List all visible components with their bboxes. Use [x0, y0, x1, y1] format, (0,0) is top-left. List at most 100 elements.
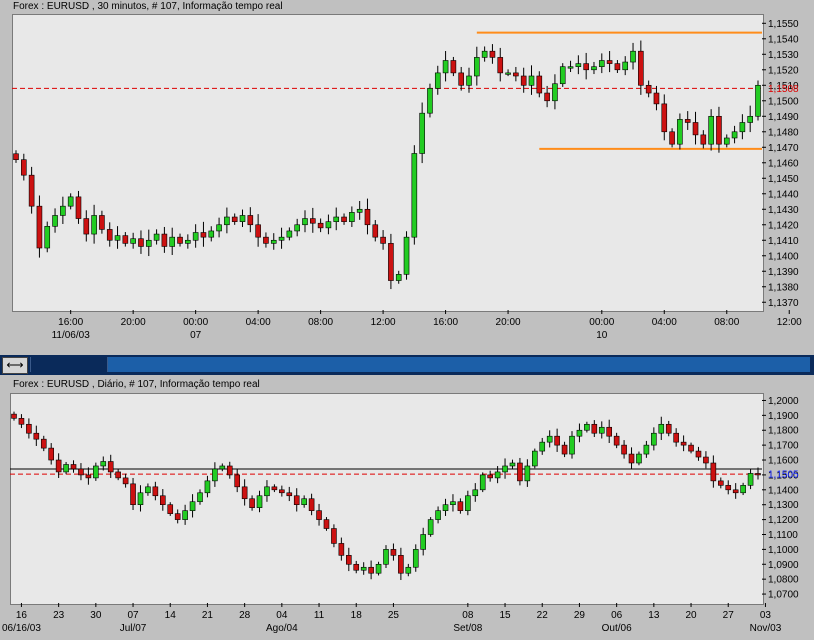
x-tick-label: 04 [276, 610, 288, 621]
bearish-candle [388, 243, 394, 281]
bullish-candle [569, 435, 575, 455]
bullish-candle [481, 50, 488, 58]
bearish-candle [606, 426, 613, 437]
bearish-candle [13, 153, 19, 160]
bearish-candle [78, 468, 84, 476]
bearish-candle [645, 84, 652, 94]
bearish-candle [716, 115, 722, 145]
y-tick-label: 1,0700 [768, 590, 799, 601]
bearish-candle [55, 459, 62, 473]
bearish-candle [536, 75, 543, 94]
x-tick-label: 20:00 [121, 317, 146, 328]
bullish-candle [93, 465, 99, 479]
bearish-candle [331, 528, 337, 544]
current-price-label: 1,1508 [768, 84, 799, 95]
x-tick-label: 00:00 [183, 317, 208, 328]
y-tick-label: 1,0900 [768, 560, 799, 571]
x-tick-sublabel: Nov/03 [750, 623, 782, 634]
y-tick-label: 1,1540 [768, 34, 799, 45]
x-tick-label: 27 [723, 610, 735, 621]
x-tick-label: 13 [648, 610, 660, 621]
bearish-candle [703, 456, 709, 464]
bullish-candle [137, 492, 144, 506]
bullish-candle [169, 236, 176, 247]
x-tick-label: 08:00 [714, 317, 739, 328]
bearish-candle [338, 543, 345, 556]
bullish-candle [403, 236, 410, 275]
bullish-candle [552, 83, 558, 102]
x-tick-sublabel: 06/16/03 [2, 623, 41, 634]
bullish-candle [755, 84, 761, 117]
scroll-track[interactable] [108, 357, 810, 372]
chart-scrollbar[interactable]: ⟷ [0, 355, 814, 375]
x-tick-label: 21 [202, 610, 214, 621]
y-tick-label: 1,1400 [768, 485, 799, 496]
bearish-candle [725, 485, 732, 491]
bearish-candle [717, 480, 724, 486]
bullish-candle [651, 432, 657, 446]
y-tick-label: 1,1100 [768, 530, 798, 541]
bullish-candle [356, 208, 363, 213]
bearish-candle [710, 462, 717, 482]
bearish-candle [323, 519, 330, 529]
bearish-candle [161, 233, 168, 247]
bullish-candle [219, 465, 226, 470]
bullish-candle [465, 495, 471, 511]
bearish-candle [487, 474, 493, 479]
bearish-candle [665, 423, 672, 434]
y-tick-label: 1,1000 [768, 545, 799, 556]
x-tick-sublabel: 11/06/03 [52, 330, 91, 341]
x-tick-sublabel: Ago/04 [266, 623, 298, 634]
bearish-candle [271, 486, 278, 491]
bearish-candle [40, 438, 47, 449]
x-tick-label: 08 [462, 610, 474, 621]
bullish-candle [502, 465, 508, 473]
x-tick-label: 11 [314, 610, 325, 621]
bullish-candle [427, 519, 434, 535]
x-tick-sublabel: Out/06 [602, 623, 632, 634]
x-tick-label: 04:00 [246, 317, 271, 328]
x-tick-label: 12:00 [371, 317, 396, 328]
bearish-candle [11, 413, 17, 419]
y-tick-label: 1,1440 [768, 189, 799, 200]
splitter-handle-icon[interactable]: ⟷ [2, 357, 28, 374]
daily-chart-panel: Forex : EURUSD , Diário, # 107, Informaç… [0, 378, 814, 640]
bearish-candle [614, 63, 621, 71]
bullish-candle [442, 60, 449, 74]
x-tick-label: 29 [574, 610, 586, 621]
bullish-candle [44, 226, 51, 249]
bearish-candle [122, 477, 129, 485]
bullish-candle [509, 462, 516, 467]
bearish-candle [669, 131, 675, 145]
bullish-candle [731, 131, 738, 139]
bullish-candle [360, 566, 367, 571]
bearish-candle [234, 474, 240, 488]
bullish-candle [333, 216, 340, 222]
bullish-candle [622, 61, 629, 71]
y-tick-label: 1,0800 [768, 575, 799, 586]
bearish-candle [21, 159, 27, 176]
x-tick-label: 00:00 [589, 317, 614, 328]
x-tick-label: 18 [351, 610, 363, 621]
bullish-candle [420, 534, 427, 550]
bullish-candle [559, 66, 566, 85]
y-tick-label: 1,1480 [768, 127, 799, 138]
bullish-candle [114, 235, 121, 241]
bullish-candle [100, 461, 107, 467]
bearish-candle [628, 453, 635, 464]
x-tick-label: 30 [90, 610, 102, 621]
bearish-candle [661, 103, 668, 133]
y-tick-label: 1,1420 [768, 220, 799, 231]
bearish-candle [122, 235, 129, 244]
y-tick-label: 1,1450 [768, 174, 799, 185]
bearish-candle [450, 60, 457, 74]
y-tick-label: 1,1460 [768, 158, 799, 169]
bearish-candle [583, 63, 589, 71]
bullish-candle [494, 471, 501, 479]
bullish-candle [723, 137, 730, 145]
bearish-candle [755, 473, 761, 476]
x-tick-label: 14 [165, 610, 177, 621]
bearish-candle [380, 236, 386, 244]
scroll-thumb[interactable] [30, 357, 108, 372]
y-tick-label: 1,1800 [768, 426, 799, 437]
